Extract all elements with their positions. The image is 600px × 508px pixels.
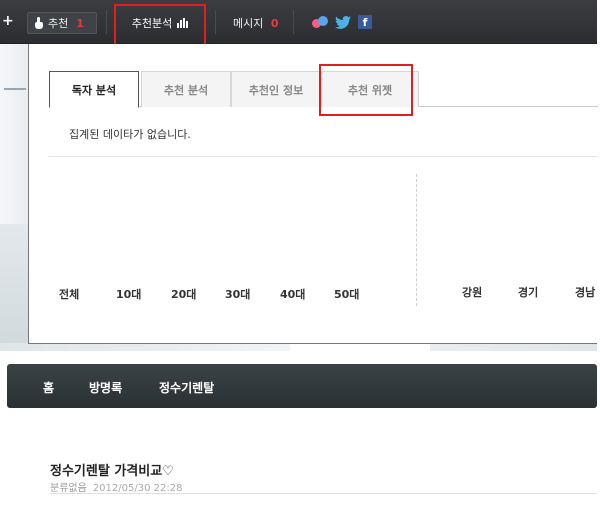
divider [49,156,598,157]
me2day-icon[interactable] [312,15,328,29]
age-label-40s: 40대 [280,288,306,301]
age-label-50s: 50대 [334,288,360,301]
recommend-analysis-button[interactable]: 추천분석 [114,4,206,48]
tab-recommender-info[interactable]: 추천인 정보 [231,71,321,107]
age-label-20s: 20대 [171,288,197,301]
facebook-icon[interactable]: f [358,15,372,29]
tab-recommend-analysis[interactable]: 추천 분석 [141,71,231,107]
age-label-30s: 30대 [225,288,251,301]
message-button[interactable]: 메시지 0 [233,15,279,31]
divider [293,10,294,34]
post-meta: 분류없음 2012/05/30 22:28 [50,479,182,494]
recommend-button[interactable]: 추천 1 [27,12,97,34]
message-label: 메시지 [233,17,264,30]
no-data-message: 집계된 데이타가 없습니다. [69,128,191,141]
nav-item-home[interactable]: 홈 [43,379,54,396]
region-label-gyeongnam: 경남 [575,286,596,299]
plus-icon[interactable]: + [2,13,14,29]
divider [215,10,216,34]
message-count: 0 [270,17,279,30]
twitter-icon[interactable] [335,15,351,29]
region-label-gangwon: 강원 [462,286,483,299]
region-label-gyeonggi: 경기 [518,286,539,299]
post-title[interactable]: 정수기렌탈 가격비교♡ [50,460,174,479]
analysis-panel: 독자 분석 추천 분석 추천인 정보 추천 위젯 집계된 데이타가 없습니다. … [28,44,598,344]
background-image-left [0,44,28,350]
age-label-10s: 10대 [116,288,142,301]
share-icons: f [312,15,372,29]
recommend-analysis-label: 추천분석 [131,17,173,30]
widget-tab-highlight [319,64,413,116]
nav-item-guestbook[interactable]: 방명록 [89,379,122,396]
divider [50,493,597,494]
divider [416,174,417,306]
recommend-count: 1 [76,16,84,30]
blog-nav: 홈 방명록 정수기렌탈 [7,364,597,408]
recommend-label: 추천 [48,17,69,30]
top-toolbar: + 추천 1 추천분석 메시지 0 f [0,0,597,48]
divider [106,10,107,34]
age-label-all: 전체 [59,288,80,301]
nav-item-water-purifier[interactable]: 정수기렌탈 [159,379,214,396]
tab-reader-analysis[interactable]: 독자 분석 [49,71,139,108]
background-image-bottom [0,343,597,351]
bar-chart-icon [177,18,189,28]
hand-icon [34,17,44,29]
